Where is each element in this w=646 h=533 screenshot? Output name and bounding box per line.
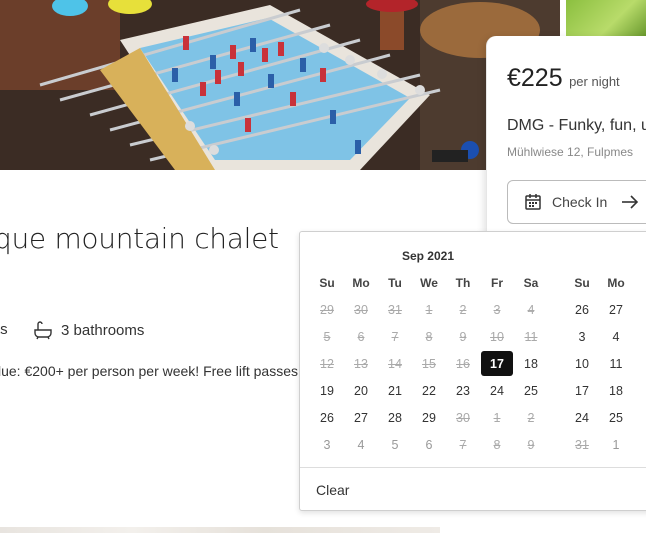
calendar-day: 30 <box>456 410 470 425</box>
calendar-day[interactable]: 18 <box>514 350 548 377</box>
month-grid-sep: Su Mo Tu We Th Fr Sa 29 30 31 1 2 3 4 5 6 7 8 9 10 11… <box>310 269 548 458</box>
listing-description: lue: €200+ per person per week! Free lif… <box>0 363 299 379</box>
calendar-day: 29 <box>320 302 334 317</box>
calendar-day[interactable]: 27 <box>344 404 378 431</box>
calendar-day[interactable]: 26 <box>310 404 344 431</box>
dow-label: Su <box>574 275 590 290</box>
calendar-day[interactable]: 27 <box>599 296 633 323</box>
dow-label: Fr <box>491 275 503 290</box>
calendar-icon <box>524 193 542 211</box>
calendar-day[interactable]: 24 <box>565 404 599 431</box>
calendar-day: 9 <box>459 329 467 344</box>
calendar-day: 4 <box>527 302 535 317</box>
calendar-day[interactable]: 5 <box>378 431 412 458</box>
dow-label: Sa <box>523 275 539 290</box>
calendar-day: 31 <box>575 437 589 452</box>
foosball-photo <box>0 0 560 170</box>
calendar-day[interactable]: 25 <box>599 404 633 431</box>
calendar-day-selected[interactable]: 17 <box>481 351 513 376</box>
calendar-day: 1 <box>493 410 501 425</box>
calendar-day: 7 <box>459 437 467 452</box>
calendar-day: 11 <box>524 329 538 344</box>
listing-title: que mountain chalet <box>0 222 279 255</box>
calendar-day[interactable]: 4 <box>344 431 378 458</box>
calendar-day[interactable]: 10 <box>565 350 599 377</box>
calendar-day[interactable]: 3 <box>310 431 344 458</box>
calendar-day[interactable]: 6 <box>412 431 446 458</box>
calendar-day: 5 <box>323 329 331 344</box>
calendar-day[interactable]: 21 <box>378 377 412 404</box>
calendar-day[interactable]: 19 <box>310 377 344 404</box>
calendar-day[interactable]: 29 <box>412 404 446 431</box>
clear-button[interactable]: Clear <box>316 482 349 498</box>
calendar-day[interactable]: 23 <box>446 377 480 404</box>
calendar-day: 13 <box>354 356 368 371</box>
dow-label: Mo <box>607 275 625 290</box>
calendar-day: 6 <box>357 329 365 344</box>
calendar-day[interactable]: 20 <box>344 377 378 404</box>
bathrooms-amenity: 3 bathrooms <box>33 320 144 340</box>
calendar-day[interactable]: 24 <box>480 377 514 404</box>
calendar-day: 7 <box>391 329 399 344</box>
calendar-day: 9 <box>527 437 535 452</box>
check-in-field[interactable]: Check In <box>552 194 607 210</box>
dow-label: Th <box>455 275 471 290</box>
calendar-day: 12 <box>320 356 334 371</box>
calendar-day[interactable]: 18 <box>599 377 633 404</box>
calendar-day[interactable]: 3 <box>565 323 599 350</box>
property-name: DMG - Funky, fun, u <box>507 117 646 134</box>
calendar-day[interactable]: 1 <box>599 431 633 458</box>
calendar-day[interactable]: 28 <box>378 404 412 431</box>
calendar-day: 30 <box>354 302 368 317</box>
listing-thumbnail-photo[interactable] <box>566 0 646 36</box>
calendar-day[interactable]: 11 <box>599 350 633 377</box>
calendar-day: 8 <box>493 437 501 452</box>
price: €225 per night <box>507 64 620 93</box>
calendar-day: 2 <box>527 410 535 425</box>
date-picker-popover: Sep 2021 Su Mo Tu We Th Fr Sa 29 30 31 1 2 3 4… <box>299 231 646 511</box>
calendar-day: 14 <box>388 356 402 371</box>
calendar-day: 2 <box>459 302 467 317</box>
price-amount: €225 <box>507 64 563 92</box>
dow-label: Tu <box>388 275 402 290</box>
dow-label: Mo <box>352 275 370 290</box>
calendar-day: 15 <box>422 356 436 371</box>
bathtub-icon <box>33 320 53 340</box>
calendar-day[interactable]: 25 <box>514 377 548 404</box>
listing-hero-photo[interactable] <box>0 0 560 170</box>
property-address: Mühlwiese 12, Fulpmes <box>507 145 634 159</box>
bottom-photo-strip <box>0 527 440 533</box>
calendar-day[interactable]: 26 <box>565 296 599 323</box>
calendar-day: 8 <box>425 329 433 344</box>
date-range-picker[interactable]: Check In C <box>507 180 646 224</box>
calendar-day[interactable]: 22 <box>412 377 446 404</box>
price-unit: per night <box>569 74 620 89</box>
month-title: Sep 2021 <box>401 249 455 263</box>
calendar-day: 1 <box>425 302 433 317</box>
calendar-day: 31 <box>388 302 402 317</box>
calendar-day: 16 <box>456 356 470 371</box>
calendar-day[interactable]: 17 <box>565 377 599 404</box>
booking-card: €225 per night DMG - Funky, fun, u Mühlw… <box>486 36 646 236</box>
dow-label: We <box>420 275 438 290</box>
calendar-day: 10 <box>490 329 504 344</box>
guests-label: ts <box>0 321 8 338</box>
calendar-day: 3 <box>493 302 501 317</box>
arrow-right-icon <box>621 194 639 210</box>
dow-label: Su <box>319 275 335 290</box>
divider <box>300 467 646 468</box>
month-grid-oct: Su Mo 26 27 3 4 10 11 17 18 24 25 31 1 <box>565 269 633 458</box>
calendar-day[interactable]: 4 <box>599 323 633 350</box>
bathrooms-label: 3 bathrooms <box>61 321 145 339</box>
